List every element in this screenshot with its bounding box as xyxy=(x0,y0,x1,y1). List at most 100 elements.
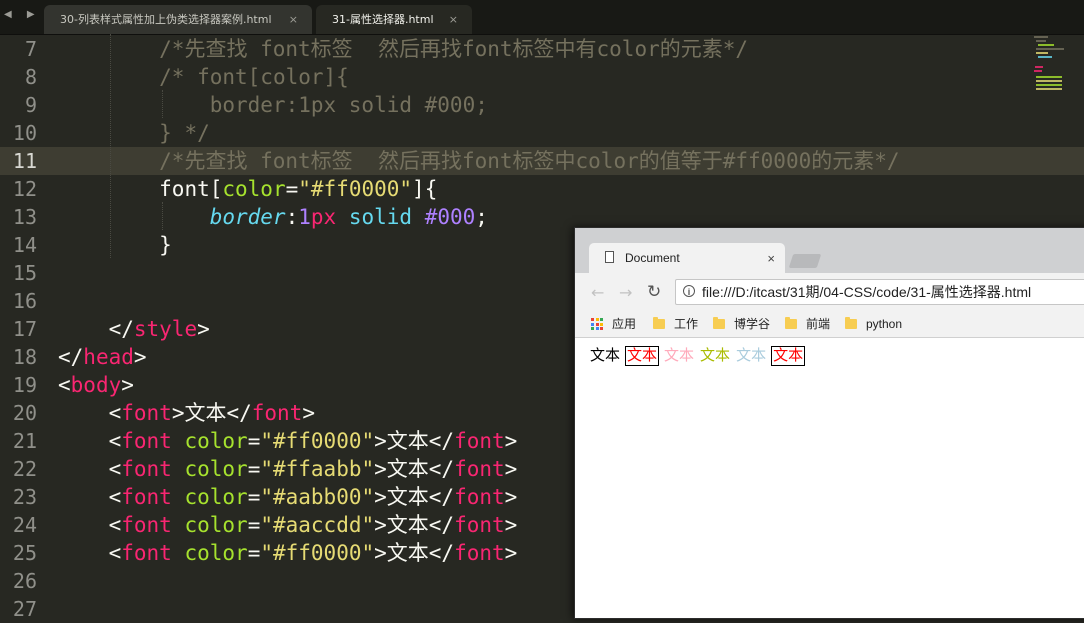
code-line: <font color="#aabb00">文本</font> xyxy=(58,483,518,511)
font-element: 文本 xyxy=(664,348,695,364)
code-token: body xyxy=(70,373,122,397)
code-token: < xyxy=(108,541,122,565)
line-number: 26 xyxy=(12,569,37,593)
code-token: >文本</ xyxy=(374,485,455,509)
code-token: color xyxy=(184,457,248,481)
code-token: >文本</ xyxy=(374,513,455,537)
line-number: 9 xyxy=(24,93,37,117)
line-number: 12 xyxy=(12,177,37,201)
code-token: font xyxy=(121,457,172,481)
font-element: 文本 xyxy=(700,348,731,364)
code-token: >文本</ xyxy=(374,541,455,565)
line-number: 22 xyxy=(12,457,37,481)
editor-tab-bar: ◀ ▶ 30-列表样式属性加上伪类选择器案例.html × 31-属性选择器.h… xyxy=(0,0,1084,35)
code-token: = xyxy=(247,457,261,481)
minimap[interactable] xyxy=(1034,36,1070,96)
code-token: >文本</ xyxy=(171,401,252,425)
line-number-gutter: 7 8 9 10 11 12 13 14 15 16 17 18 19 20 21 22 23 24 25 26 27 xyxy=(0,34,40,621)
line-number: 13 xyxy=(12,205,37,229)
code-token: > xyxy=(302,401,315,425)
code-token: = xyxy=(247,513,261,537)
code-token: < xyxy=(108,513,122,537)
info-icon[interactable]: i xyxy=(683,285,695,297)
editor-tab-label: 31-属性选择器.html xyxy=(332,13,434,26)
editor-tab-30[interactable]: 30-列表样式属性加上伪类选择器案例.html × xyxy=(44,5,312,34)
code-token: font xyxy=(121,401,172,425)
code-token: "#ff0000" xyxy=(298,177,413,201)
code-token: #000 xyxy=(424,205,476,229)
code-token: style xyxy=(133,317,198,341)
code-token: < xyxy=(108,429,122,453)
folder-icon xyxy=(653,317,665,329)
line-number: 8 xyxy=(24,65,37,89)
browser-window: Document × ← → ↻ i file:///D:/itcast/31期… xyxy=(574,227,1084,619)
code-token: head xyxy=(83,345,134,369)
code-token: font xyxy=(454,485,505,509)
reload-icon[interactable]: ↻ xyxy=(647,282,661,302)
line-number: 17 xyxy=(12,317,37,341)
line-number: 16 xyxy=(12,289,37,313)
code-token: font xyxy=(251,401,303,425)
bookmark-label: python xyxy=(866,317,903,331)
bookmark-2[interactable]: 博学谷 xyxy=(713,313,770,337)
close-icon[interactable]: × xyxy=(289,5,298,34)
line-number: 27 xyxy=(12,597,37,621)
code-token: > xyxy=(504,457,518,481)
code-token: > xyxy=(197,317,210,341)
line-number: 20 xyxy=(12,401,37,425)
code-token: = xyxy=(247,429,261,453)
code-token: font xyxy=(121,429,172,453)
code-token: > xyxy=(121,373,134,397)
browser-chrome: Document × ← → ↻ i file:///D:/itcast/31期… xyxy=(575,228,1084,338)
code-token: "#aaccdd" xyxy=(260,513,375,537)
folder-icon xyxy=(785,317,797,329)
code-token: font xyxy=(454,513,505,537)
code-token: solid xyxy=(348,205,413,229)
bookmark-1[interactable]: 工作 xyxy=(653,313,698,337)
bookmark-0[interactable]: 应用 xyxy=(591,313,636,337)
tab-nav-arrows-icon[interactable]: ◀ ▶ xyxy=(4,9,41,20)
bookmark-label: 博学谷 xyxy=(734,317,771,331)
rendered-font-elements: 文本 文本 文本 文本 文本 文本 xyxy=(589,346,809,366)
browser-tab-strip: Document × xyxy=(575,228,1084,274)
close-icon[interactable]: × xyxy=(767,243,775,274)
code-line: </style> xyxy=(58,315,210,343)
bookmark-3[interactable]: 前端 xyxy=(785,313,830,337)
forward-icon[interactable]: → xyxy=(619,283,632,302)
back-icon[interactable]: ← xyxy=(591,283,604,302)
code-token: "#ff0000" xyxy=(260,541,375,565)
code-line: } */ xyxy=(58,119,210,147)
editor-tab-31[interactable]: 31-属性选择器.html × xyxy=(316,5,472,34)
browser-tab-document[interactable]: Document × xyxy=(589,243,785,274)
address-bar[interactable]: i file:///D:/itcast/31期/04-CSS/code/31-属… xyxy=(675,279,1084,305)
bookmark-4[interactable]: python xyxy=(845,313,902,337)
code-token: > xyxy=(504,513,518,537)
new-tab-button[interactable] xyxy=(788,254,822,268)
url-text[interactable]: file:///D:/itcast/31期/04-CSS/code/31-属性选… xyxy=(702,280,1031,304)
code-token: font xyxy=(454,457,505,481)
code-token: color xyxy=(184,513,248,537)
code-line: <font color="#aaccdd">文本</font> xyxy=(58,511,518,539)
indent-guide xyxy=(162,202,164,230)
code-line: <body> xyxy=(58,371,134,399)
code-token: border xyxy=(209,205,286,229)
font-element: 文本 xyxy=(590,348,621,364)
code-token: /* font[color]{ xyxy=(159,65,349,89)
editor-tab-label: 30-列表样式属性加上伪类选择器案例.html xyxy=(60,13,272,26)
code-token: } */ xyxy=(159,121,210,145)
folder-icon xyxy=(713,317,725,329)
code-token: = xyxy=(247,541,261,565)
code-token: color xyxy=(184,485,248,509)
close-icon[interactable]: × xyxy=(449,5,458,34)
code-token: color xyxy=(222,177,286,201)
